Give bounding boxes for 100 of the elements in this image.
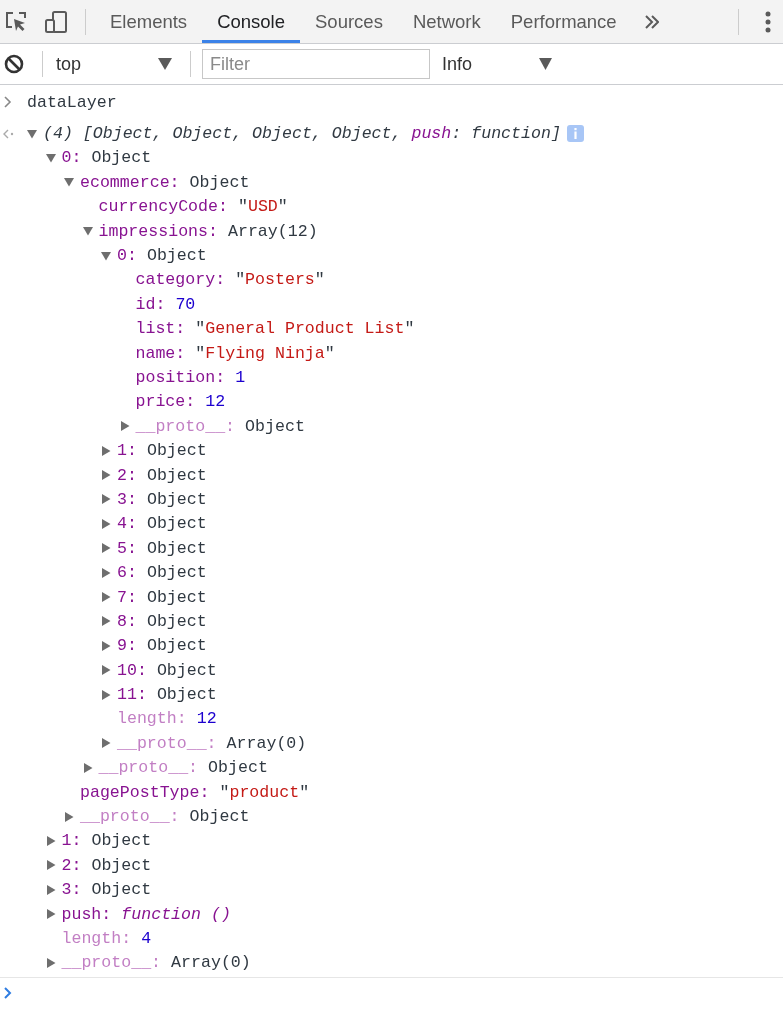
expand-arrow-icon[interactable] [82, 226, 93, 237]
console-prompt-icon[interactable] [4, 987, 12, 1000]
property-value: Object [146, 636, 207, 656]
prohibited-icon[interactable] [4, 54, 24, 74]
property-key: __proto__: [80, 807, 180, 826]
select-cursor-icon[interactable] [5, 10, 27, 33]
expand-arrow-icon[interactable] [45, 152, 56, 163]
input-prompt-icon [4, 96, 12, 109]
expand-arrow-icon[interactable] [45, 835, 56, 846]
expand-arrow-icon[interactable] [101, 616, 111, 627]
result-arrow-icon [3, 128, 14, 139]
property-value: Object [146, 587, 207, 607]
expand-arrow-icon[interactable] [64, 811, 74, 822]
property-value: Object [189, 807, 250, 826]
property-value: Object [146, 563, 207, 583]
property-value: 4 [141, 928, 152, 948]
property-key: __proto__: [98, 758, 199, 778]
expand-arrow-icon[interactable] [101, 518, 111, 529]
property-key: length: [61, 928, 132, 948]
panel-tab[interactable]: Performance [495, 0, 632, 43]
expand-arrow-icon[interactable] [101, 592, 111, 602]
expand-arrow-icon[interactable] [45, 884, 56, 895]
expand-arrow-icon[interactable] [82, 762, 93, 773]
property-value: Object [146, 465, 207, 485]
property-value: 12 [196, 709, 217, 729]
property-key: 2: [117, 465, 137, 485]
kebab-menu-icon[interactable] [764, 10, 772, 33]
property-value: 12 [205, 392, 226, 412]
expand-arrow-icon[interactable] [64, 177, 74, 188]
property-key: 6: [117, 563, 137, 583]
expand-arrow-icon[interactable] [119, 421, 130, 432]
property-value: Array(0) [226, 733, 307, 753]
expand-arrow-icon[interactable] [27, 128, 37, 139]
property-value: Object [146, 514, 207, 534]
property-value: Object [91, 148, 152, 168]
property-key: __proto__: [61, 953, 162, 973]
expand-arrow-icon[interactable] [45, 957, 56, 968]
property-value: "Flying Ninja" [195, 343, 335, 363]
property-key: price: [135, 392, 196, 412]
expand-arrow-icon[interactable] [101, 665, 111, 676]
array-summary[interactable]: (4) [Object, Object, Object, Object, push: function] [43, 124, 561, 144]
context-selector[interactable]: top [56, 53, 172, 75]
expand-arrow-icon[interactable] [101, 738, 111, 749]
property-value: Object [156, 685, 217, 705]
expand-arrow-icon[interactable] [101, 543, 111, 554]
expand-arrow-icon[interactable] [101, 689, 111, 700]
property-key: list: [135, 319, 186, 339]
caret-icon [539, 58, 552, 70]
property-value: Object [156, 660, 217, 680]
property-value: 70 [175, 294, 196, 314]
property-key: id: [135, 294, 166, 314]
panel-tab[interactable]: Network [397, 0, 496, 43]
devices-icon[interactable] [45, 10, 67, 33]
expand-arrow-icon[interactable] [101, 250, 111, 261]
property-value: Object [91, 880, 152, 900]
property-value: "USD" [237, 197, 288, 217]
property-key: 5: [117, 538, 137, 558]
property-value: Object [245, 416, 305, 436]
property-value: Object [146, 246, 207, 266]
property-key: ecommerce: [80, 172, 180, 192]
property-key: pagePostType: [80, 782, 210, 802]
expand-arrow-icon[interactable] [101, 640, 111, 651]
expand-arrow-icon[interactable] [101, 445, 111, 456]
property-key: 1: [117, 441, 137, 461]
property-value: Array(0) [171, 953, 251, 973]
property-value: Object [91, 855, 152, 875]
expand-arrow-icon[interactable] [101, 470, 111, 481]
filter-field[interactable]: Filter [202, 49, 430, 79]
expand-arrow-icon[interactable] [45, 909, 56, 920]
property-key: 10: [117, 660, 147, 680]
property-key: 0: [117, 246, 137, 266]
property-key: 0: [61, 148, 82, 168]
property-value: Object [146, 489, 207, 509]
property-value: function () [121, 904, 231, 924]
double-chevron-icon[interactable] [644, 14, 659, 29]
property-key: impressions: [98, 221, 218, 241]
property-key: __proto__: [135, 416, 236, 436]
property-key: 7: [117, 587, 137, 607]
property-key: 3: [61, 880, 82, 900]
property-key: 2: [61, 855, 82, 875]
panel-tab[interactable]: Elements [95, 0, 203, 43]
expand-arrow-icon[interactable] [45, 860, 56, 871]
caret-icon [158, 58, 172, 70]
property-value: Object [146, 611, 207, 631]
panel-tab[interactable]: Sources [300, 0, 398, 43]
property-value: Array(12) [228, 221, 318, 241]
property-key: 11: [117, 685, 147, 705]
property-key: 9: [117, 636, 137, 656]
property-key: __proto__: [117, 733, 217, 753]
expand-arrow-icon[interactable] [101, 567, 111, 578]
property-value: Object [208, 758, 268, 778]
log-level-selector[interactable]: Info [442, 53, 552, 75]
property-key: 8: [117, 611, 137, 631]
console-command: dataLayer [27, 92, 117, 112]
property-value: Object [189, 172, 250, 192]
property-key: name: [135, 343, 186, 363]
property-key: 4: [117, 514, 137, 534]
property-value: "product" [219, 782, 310, 802]
property-value: Object [146, 441, 207, 461]
expand-arrow-icon[interactable] [101, 494, 111, 505]
